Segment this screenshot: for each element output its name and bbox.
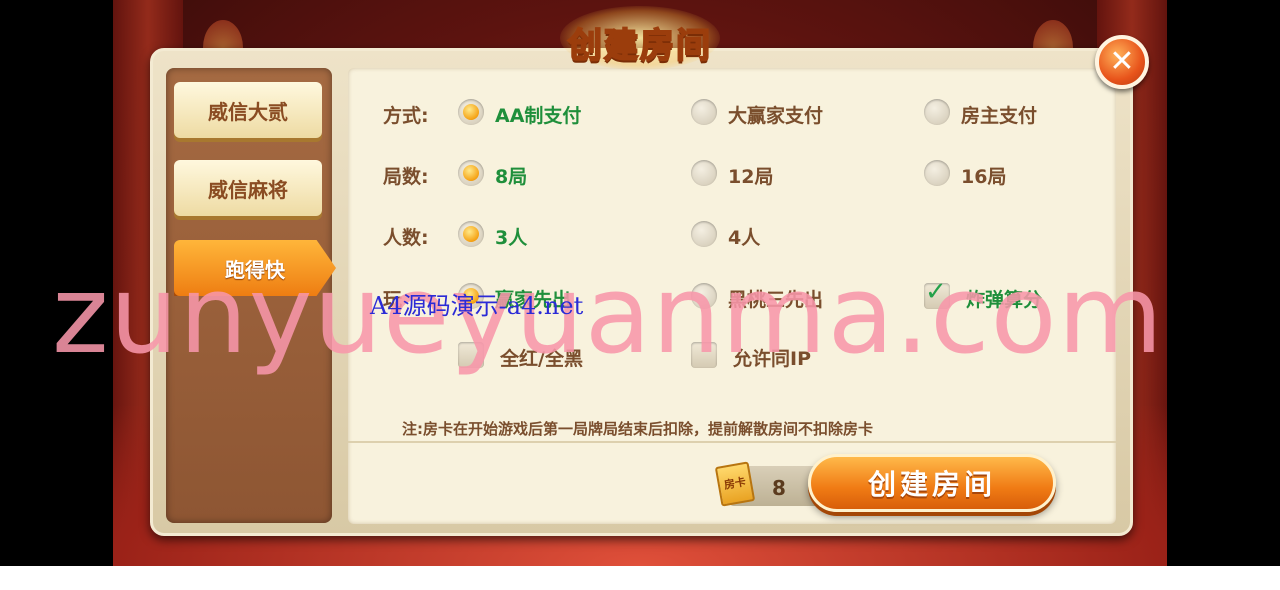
radio-3-players[interactable] (458, 221, 484, 247)
option-8-rounds[interactable]: 8局 (495, 162, 527, 189)
option-owner-payment[interactable]: 房主支付 (961, 101, 1037, 128)
option-16-rounds[interactable]: 16局 (961, 162, 1006, 189)
option-winner-payment[interactable]: 大赢家支付 (728, 101, 823, 128)
tab-weixin-daer[interactable]: 威信大贰 (174, 82, 322, 138)
dialog-title-banner: 创建房间 (540, 6, 740, 70)
option-aa-payment[interactable]: AA制支付 (495, 101, 581, 128)
checkbox-allow-same-ip[interactable] (691, 342, 717, 368)
checkbox-all-red-black[interactable] (458, 342, 484, 368)
option-all-red-black[interactable]: 全红/全黑 (500, 344, 583, 371)
room-card-icon: 房卡 (714, 461, 756, 507)
radio-owner-payment[interactable] (924, 99, 950, 125)
radio-8-rounds[interactable] (458, 160, 484, 186)
dialog-title: 创建房间 (567, 25, 712, 67)
option-3-players[interactable]: 3人 (495, 223, 527, 250)
radio-spade-three-first[interactable] (691, 283, 717, 309)
tab-weixin-mahjong[interactable]: 威信麻将 (174, 160, 322, 216)
game-screen: 创建房间 ✕ 威信大贰 威信麻将 跑得快 方式: AA制支付 大赢家支付 房主支… (0, 0, 1280, 566)
tab-paodekuai[interactable]: 跑得快 (174, 240, 336, 296)
create-room-button[interactable]: 创建房间 (808, 454, 1056, 512)
room-card-count: 8 (772, 476, 786, 500)
room-card-note: 注:房卡在开始游戏后第一局牌局结束后扣除，提前解散房间不扣除房卡 (402, 420, 874, 438)
option-12-rounds[interactable]: 12局 (728, 162, 773, 189)
option-4-players[interactable]: 4人 (728, 223, 760, 250)
checkbox-bomb-score[interactable]: ✓ (924, 277, 950, 309)
radio-aa-payment[interactable] (458, 99, 484, 125)
payment-label: 方式: (383, 105, 429, 127)
check-icon: ✓ (925, 277, 947, 307)
radio-4-players[interactable] (691, 221, 717, 247)
rounds-label: 局数: (383, 166, 429, 188)
divider (348, 441, 1116, 443)
option-allow-same-ip[interactable]: 允许同IP (733, 344, 811, 371)
radio-winner-payment[interactable] (691, 99, 717, 125)
watermark-secondary: A4源码演示-a4.net (370, 292, 584, 320)
radio-12-rounds[interactable] (691, 160, 717, 186)
option-bomb-score[interactable]: 炸弹算分 (966, 285, 1042, 312)
radio-16-rounds[interactable] (924, 160, 950, 186)
players-label: 人数: (383, 227, 429, 249)
close-button[interactable]: ✕ (1095, 35, 1149, 89)
option-spade-three-first[interactable]: 黑桃三先出 (728, 285, 823, 312)
create-room-button-label: 创建房间 (867, 468, 996, 501)
close-icon: ✕ (1109, 44, 1135, 79)
